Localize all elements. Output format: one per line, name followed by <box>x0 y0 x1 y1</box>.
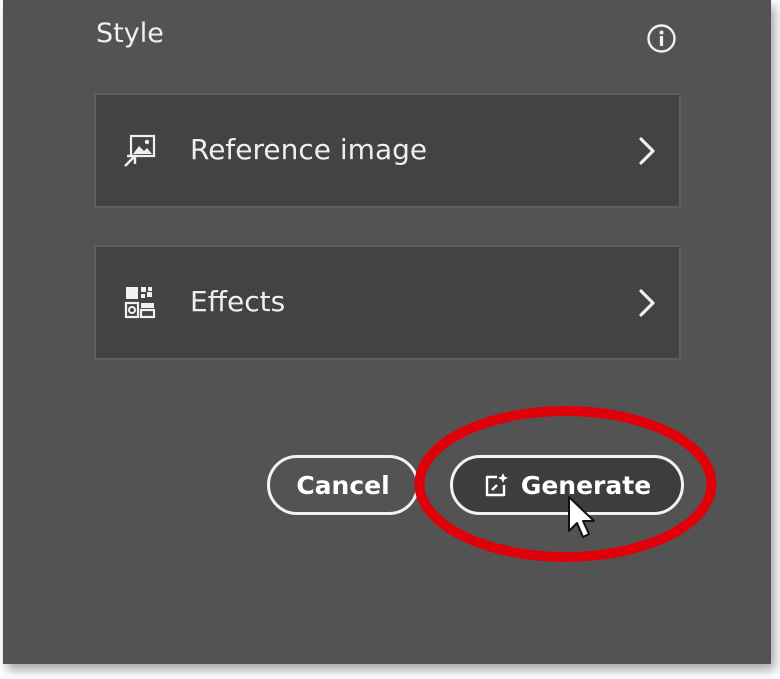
reference-image-icon <box>124 134 156 167</box>
generate-sparkle-icon <box>485 473 508 497</box>
chevron-right-icon <box>639 289 655 317</box>
style-panel: Style Reference image Effects Cancel Gen… <box>3 0 771 664</box>
effects-row[interactable]: Effects <box>94 245 681 360</box>
cancel-button[interactable]: Cancel <box>267 455 419 515</box>
generate-button[interactable]: Generate <box>450 455 684 515</box>
info-icon[interactable] <box>646 23 677 54</box>
generate-button-label: Generate <box>520 470 652 500</box>
effects-label: Effects <box>190 285 286 318</box>
effects-icon <box>124 287 156 319</box>
reference-image-row[interactable]: Reference image <box>94 93 681 208</box>
reference-image-label: Reference image <box>190 133 428 166</box>
cancel-button-label: Cancel <box>296 470 390 500</box>
chevron-right-icon <box>639 137 655 165</box>
section-title: Style <box>96 18 164 49</box>
